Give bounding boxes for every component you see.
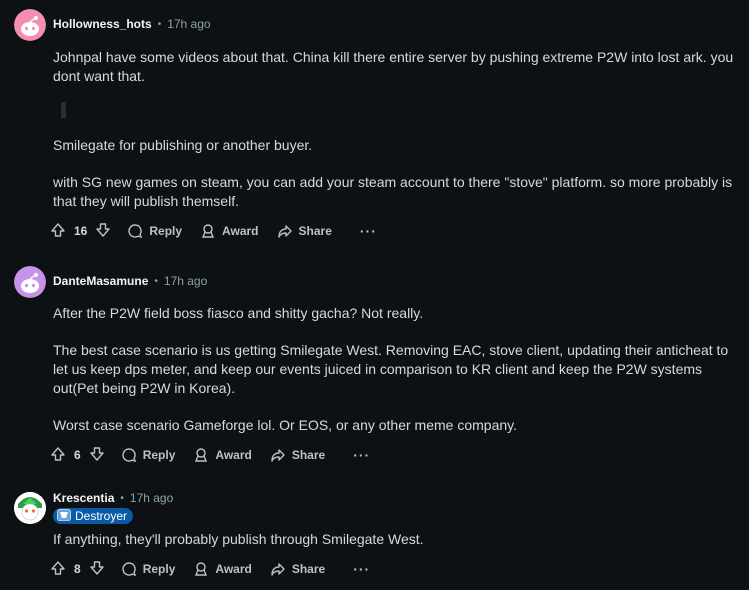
vote-group: 16 (50, 222, 111, 241)
timestamp[interactable]: 17h ago (167, 17, 210, 31)
award-icon (200, 223, 216, 239)
award-label: Award (222, 224, 259, 238)
award-button[interactable]: Award (193, 447, 252, 463)
comment-paragraph: The best case scenario is us getting Smi… (53, 342, 729, 396)
upvote-icon[interactable] (50, 446, 66, 465)
share-icon (270, 561, 286, 577)
reply-button[interactable]: Reply (121, 447, 176, 463)
vote-group: 6 (50, 446, 105, 465)
comment-body: with SG new games on steam, you can add … (53, 173, 737, 211)
reply-label: Reply (149, 224, 183, 238)
award-label: Award (215, 448, 252, 462)
share-label: Share (291, 562, 326, 576)
award-button[interactable]: Award (193, 561, 252, 577)
comment-paragraph: Johnpal have some videos about that. Chi… (53, 49, 734, 84)
share-button[interactable]: Share (277, 223, 332, 239)
avatar[interactable] (14, 492, 46, 524)
more-options-icon[interactable]: ··· (360, 223, 377, 239)
user-flair: Destroyer (53, 508, 134, 524)
flair-label: Destroyer (75, 509, 128, 523)
image-placeholder (61, 102, 66, 118)
comment-paragraph: Smilegate for publishing or another buye… (53, 137, 313, 153)
share-button[interactable]: Share (270, 447, 325, 463)
comment-body: Worst case scenario Gameforge lol. Or EO… (53, 416, 737, 435)
share-label: Share (298, 224, 332, 238)
comment-bubble-icon (127, 223, 143, 239)
snoo-avatar-icon (14, 266, 46, 298)
comment-paragraph: After the P2W field boss fiasco and shit… (53, 305, 424, 321)
comment-paragraph: If anything, they'll probably publish th… (53, 531, 424, 547)
timestamp[interactable]: 17h ago (130, 491, 173, 505)
destroyer-class-icon (57, 508, 75, 524)
separator-dot: • (157, 18, 162, 30)
reply-button[interactable]: Reply (121, 561, 176, 577)
snoo-avatar-icon (14, 492, 46, 524)
author-name[interactable]: DanteMasamune (53, 274, 148, 288)
award-label: Award (215, 562, 252, 576)
comment-body: Johnpal have some videos about that. Chi… (53, 48, 737, 86)
more-options-icon[interactable]: ··· (353, 447, 370, 463)
separator-dot: • (120, 492, 124, 504)
share-icon (270, 447, 286, 463)
comment-paragraph: Worst case scenario Gameforge lol. Or EO… (53, 417, 517, 433)
vote-count: 8 (74, 562, 81, 576)
author-name[interactable]: Hollowness_hots (53, 17, 152, 31)
comment-body: After the P2W field boss fiasco and shit… (53, 304, 737, 323)
vote-group: 8 (50, 560, 105, 579)
upvote-icon[interactable] (50, 560, 66, 579)
comment-body: If anything, they'll probably publish th… (53, 530, 737, 549)
comment-header: DanteMasamune • 17h ago (53, 271, 207, 291)
share-label: Share (291, 448, 326, 462)
comment-header: Hollowness_hots • 17h ago (53, 14, 211, 34)
comment-body: The best case scenario is us getting Smi… (53, 341, 737, 398)
separator-dot: • (154, 275, 158, 287)
comment-bubble-icon (121, 447, 137, 463)
reply-label: Reply (142, 448, 176, 462)
comment-body: Smilegate for publishing or another buye… (53, 136, 737, 155)
comment-actions: 16 Reply Award Share ··· (50, 218, 377, 244)
award-icon (193, 447, 209, 463)
vote-count: 16 (74, 224, 88, 238)
comment-actions: 8 Reply Award Share ··· (50, 556, 370, 582)
more-options-icon[interactable]: ··· (353, 561, 370, 577)
comment-bubble-icon (121, 561, 137, 577)
award-button[interactable]: Award (200, 223, 259, 239)
award-icon (193, 561, 209, 577)
reply-button[interactable]: Reply (127, 223, 182, 239)
downvote-icon[interactable] (89, 560, 105, 579)
timestamp[interactable]: 17h ago (164, 274, 207, 288)
downvote-icon[interactable] (95, 222, 111, 241)
reply-label: Reply (142, 562, 176, 576)
snoo-avatar-icon (14, 9, 46, 41)
avatar[interactable] (14, 266, 46, 298)
comment-header: Krescentia • 17h ago (53, 488, 173, 508)
share-icon (277, 223, 293, 239)
upvote-icon[interactable] (50, 222, 66, 241)
avatar[interactable] (14, 9, 46, 41)
comment-paragraph: with SG new games on steam, you can add … (53, 174, 733, 209)
author-name[interactable]: Krescentia (53, 491, 114, 505)
share-button[interactable]: Share (270, 561, 325, 577)
vote-count: 6 (74, 448, 81, 462)
comment-actions: 6 Reply Award Share ··· (50, 442, 370, 468)
downvote-icon[interactable] (89, 446, 105, 465)
